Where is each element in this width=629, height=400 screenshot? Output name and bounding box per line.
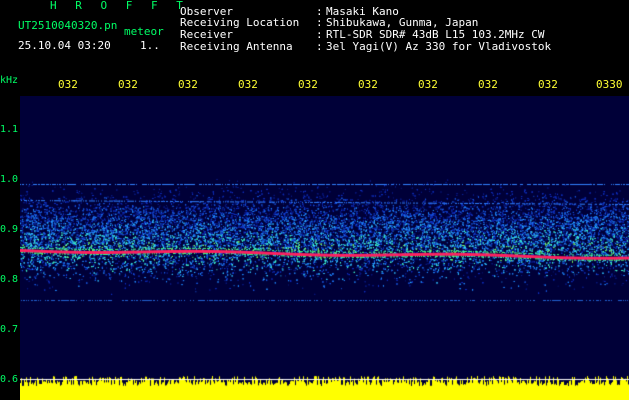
colon: :: [316, 40, 323, 53]
y-axis-unit: kHz: [0, 75, 19, 86]
x-tick-label: 032: [418, 78, 438, 91]
x-tick-label: 032: [58, 78, 78, 91]
antenna-label: Receiving Antenna: [180, 40, 293, 53]
spectrogram-plot[interactable]: [20, 96, 629, 400]
filename-label: UT2510040320.pn: [18, 19, 118, 32]
meteor-label: meteor: [124, 25, 164, 38]
datetime-label: 25.10.04 03:20: [18, 39, 111, 52]
y-tick-label: 1.1: [0, 124, 19, 135]
y-tick-label: 0.7: [0, 324, 19, 335]
spectrogram-canvas: [20, 96, 629, 400]
y-tick-label: 0.6: [0, 374, 19, 385]
app-title: H R O F F T: [50, 0, 189, 12]
count-label: 1..: [140, 39, 160, 52]
x-tick-label: 032: [178, 78, 198, 91]
y-tick-label: 1.0: [0, 174, 19, 185]
y-tick-label: 0.9: [0, 224, 19, 235]
y-tick-label: 0.8: [0, 274, 19, 285]
x-tick-label: 032: [238, 78, 258, 91]
x-tick-label: 032: [478, 78, 498, 91]
x-tick-label: 032: [538, 78, 558, 91]
x-tick-label: 032: [358, 78, 378, 91]
antenna-value: 3el Yagi(V) Az 330 for Vladivostok: [326, 40, 552, 53]
x-tick-label: 0330: [596, 78, 623, 91]
x-tick-label: 032: [118, 78, 138, 91]
x-tick-label: 032: [298, 78, 318, 91]
